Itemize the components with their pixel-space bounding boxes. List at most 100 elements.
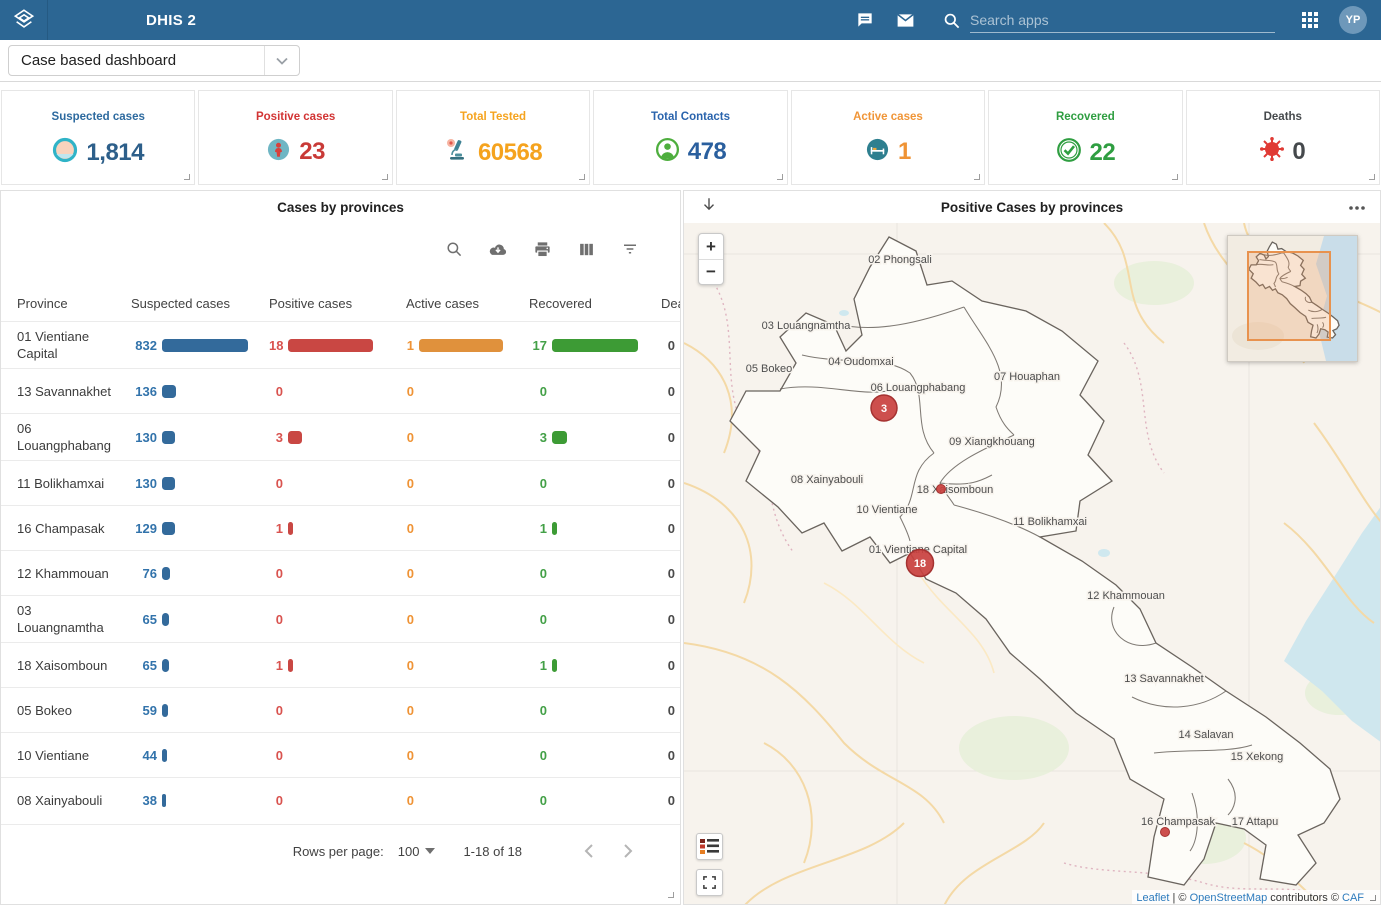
table-row[interactable]: 12 Khammouan760000 xyxy=(1,550,681,595)
stat-card[interactable]: Total Tested60568 xyxy=(396,90,590,185)
stat-card-value-row: 23 xyxy=(266,137,325,167)
cell-value: 0 xyxy=(661,793,675,808)
column-header[interactable]: Deaths xyxy=(661,296,681,311)
columns-icon[interactable] xyxy=(576,239,596,259)
cell-value: 65 xyxy=(131,612,157,627)
cell-value: 130 xyxy=(131,476,157,491)
mail-icon[interactable] xyxy=(894,9,916,31)
map-panel-title: Positive Cases by provinces xyxy=(684,200,1380,215)
chevron-down-icon[interactable] xyxy=(265,57,299,65)
provider-link[interactable]: CAF xyxy=(1342,892,1364,904)
case-cluster-marker[interactable] xyxy=(937,485,946,494)
cell-value: 0 xyxy=(406,430,414,445)
leaflet-map[interactable]: 02 Phongsali03 Louangnamtha04 Oudomxai05… xyxy=(684,223,1381,905)
rows-per-page-select[interactable]: 100 xyxy=(398,844,436,859)
province-cell: 10 Vientiane xyxy=(17,741,131,770)
table-row[interactable]: 18 Xaisomboun651010 xyxy=(1,642,681,687)
table-row[interactable]: 11 Bolikhamxai1300000 xyxy=(1,460,681,505)
card-resize-handle[interactable] xyxy=(579,174,585,180)
more-options-icon[interactable] xyxy=(1348,198,1366,216)
case-cluster-marker[interactable]: 3 xyxy=(871,395,897,421)
card-resize-handle[interactable] xyxy=(1172,174,1178,180)
dashboard-select[interactable]: Case based dashboard xyxy=(8,45,300,76)
top-bar: DHIS 2 YP xyxy=(0,0,1381,40)
column-header[interactable]: Recovered xyxy=(529,296,661,311)
stat-card[interactable]: Positive cases23 xyxy=(198,90,392,185)
leaflet-link[interactable]: Leaflet xyxy=(1136,892,1169,904)
stat-card[interactable]: Total Contacts478 xyxy=(593,90,787,185)
table-search-icon[interactable] xyxy=(444,239,464,259)
osm-link[interactable]: OpenStreetMap xyxy=(1190,892,1268,904)
previous-page-button[interactable] xyxy=(576,839,600,863)
cell-value: 832 xyxy=(131,338,157,353)
card-resize-handle[interactable] xyxy=(777,174,783,180)
case-cluster-marker[interactable] xyxy=(1161,828,1170,837)
stat-card[interactable]: Active cases1 xyxy=(791,90,985,185)
messages-icon[interactable] xyxy=(854,9,876,31)
arrow-down-icon[interactable] xyxy=(700,196,718,219)
next-page-button[interactable] xyxy=(616,839,640,863)
card-resize-handle[interactable] xyxy=(1369,174,1375,180)
table-row[interactable]: 16 Champasak1291010 xyxy=(1,505,681,550)
cell-value: 0 xyxy=(529,703,547,718)
zoom-in-button[interactable]: + xyxy=(699,234,723,259)
active-cell: 0 xyxy=(406,793,529,808)
cell-value: 0 xyxy=(661,658,675,673)
deaths-cell: 0 xyxy=(661,521,681,536)
table-row[interactable]: 06 Louangphabang1303030 xyxy=(1,413,681,460)
province-cell: 12 Khammouan xyxy=(17,559,131,588)
map-attribution: Leaflet | © OpenStreetMap contributors ©… xyxy=(1132,890,1381,905)
card-resize-handle[interactable] xyxy=(974,174,980,180)
fullscreen-button[interactable] xyxy=(696,869,723,896)
positive-cell: 0 xyxy=(269,793,406,808)
cell-value: 3 xyxy=(269,430,283,445)
overview-minimap[interactable] xyxy=(1227,235,1358,362)
table-row[interactable]: 13 Savannakhet1360000 xyxy=(1,368,681,413)
stat-card-value: 1,814 xyxy=(86,139,144,167)
active-cell: 0 xyxy=(406,658,529,673)
table-row[interactable]: 03 Louangnamtha650000 xyxy=(1,595,681,642)
table-row[interactable]: 01 Vientiane Capital832181170 xyxy=(1,321,681,368)
legend-button[interactable] xyxy=(696,833,723,860)
cell-value: 0 xyxy=(406,748,414,763)
print-icon[interactable] xyxy=(532,239,552,259)
cell-value: 0 xyxy=(529,384,547,399)
province-cell: 01 Vientiane Capital xyxy=(17,322,131,368)
active-cell: 0 xyxy=(406,612,529,627)
case-cluster-marker[interactable]: 18 xyxy=(907,550,934,577)
column-header[interactable]: Positive cases xyxy=(269,296,406,311)
panel-resize-handle[interactable] xyxy=(668,892,674,898)
stat-card[interactable]: Deaths0 xyxy=(1186,90,1380,185)
cell-value: 0 xyxy=(269,476,283,491)
stat-card-title: Total Tested xyxy=(460,111,526,123)
stat-card-title: Total Contacts xyxy=(651,111,730,123)
apps-grid-icon[interactable] xyxy=(1299,9,1321,31)
column-header[interactable]: Province xyxy=(17,296,131,311)
card-resize-handle[interactable] xyxy=(382,174,388,180)
suspected-cell: 59 xyxy=(131,703,269,718)
card-resize-handle[interactable] xyxy=(184,174,190,180)
stat-card[interactable]: Recovered22 xyxy=(988,90,1182,185)
user-avatar[interactable]: YP xyxy=(1339,6,1367,34)
dashboard-bar: Case based dashboard xyxy=(0,40,1381,82)
column-header[interactable]: Suspected cases xyxy=(131,296,269,311)
search-apps-input[interactable] xyxy=(970,12,1275,28)
dhis2-logo-icon[interactable] xyxy=(0,0,48,40)
table-row[interactable]: 10 Vientiane440000 xyxy=(1,732,681,777)
stat-card[interactable]: Suspected cases1,814 xyxy=(1,90,195,185)
column-header[interactable]: Active cases xyxy=(406,296,529,311)
panel-resize-handle[interactable] xyxy=(1370,895,1376,901)
check-circle-icon xyxy=(1056,137,1082,168)
active-cell: 0 xyxy=(406,430,529,445)
stat-card-value-row: 1,814 xyxy=(52,137,144,168)
stat-card-title: Recovered xyxy=(1056,111,1115,123)
active-cell: 0 xyxy=(406,476,529,491)
province-cell: 13 Savannakhet xyxy=(17,377,131,406)
filter-icon[interactable] xyxy=(620,239,640,259)
zoom-out-button[interactable]: − xyxy=(699,259,723,284)
stat-card-value: 0 xyxy=(1292,138,1305,166)
positive-bar xyxy=(288,339,373,352)
table-row[interactable]: 05 Bokeo590000 xyxy=(1,687,681,732)
table-row[interactable]: 08 Xainyabouli380000 xyxy=(1,777,681,822)
download-icon[interactable] xyxy=(488,239,508,259)
